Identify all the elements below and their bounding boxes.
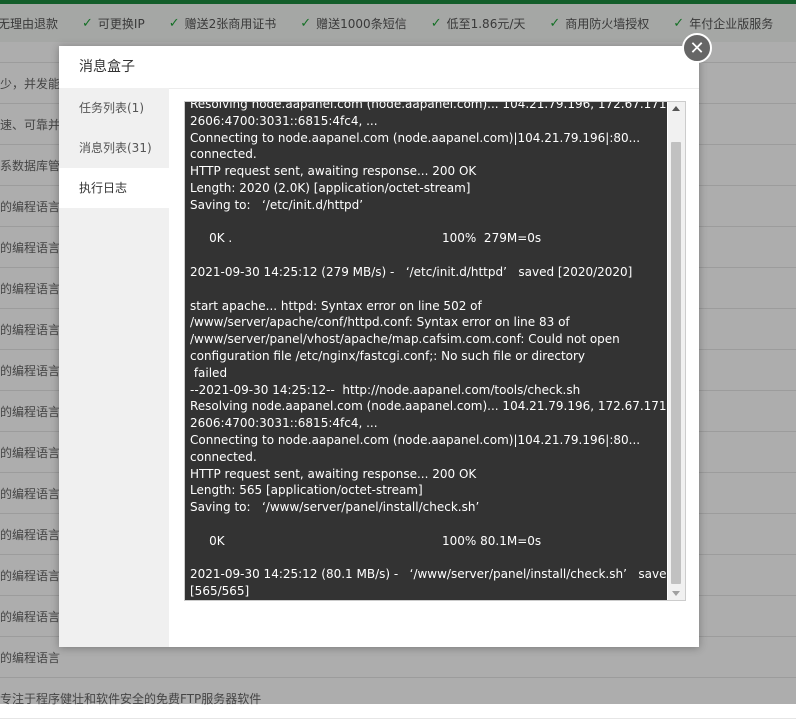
scrollbar-thumb[interactable] (671, 142, 681, 584)
log-line: 2606:4700:3031::6815:4fc4, ... (190, 416, 378, 431)
log-scrollbar[interactable] (668, 102, 685, 600)
log-line: /www/server/apache/conf/httpd.conf: Synt… (190, 315, 570, 330)
log-panel: Resolving node.aapanel.com (node.aapanel… (184, 101, 686, 601)
log-line: connected. (190, 147, 257, 162)
log-line: HTTP request sent, awaiting response... … (190, 164, 477, 179)
log-line: connected. (190, 449, 257, 464)
close-button[interactable]: ✕ (682, 33, 712, 63)
tab-execution-log[interactable]: 执行日志 (59, 168, 169, 208)
log-line: Connecting to node.aapanel.com (node.aap… (190, 432, 641, 447)
close-icon: ✕ (689, 37, 705, 59)
log-line: start apache... httpd: Syntax error on l… (190, 298, 482, 313)
log-line: 0K . 100% 279M=0s (190, 231, 542, 246)
log-line: 2021-09-30 14:25:12 (80.1 MB/s) - ‘/www/… (190, 567, 667, 582)
message-box-dialog: 消息盒子 任务列表(1) 消息列表(31) 执行日志 Resolving nod… (59, 46, 699, 647)
log-line: Length: 565 [application/octet-stream] (190, 483, 423, 498)
log-line: Saving to: ‘/www/server/panel/install/ch… (190, 500, 480, 515)
tab-message-list[interactable]: 消息列表(31) (59, 128, 169, 168)
log-line: [565/565] (190, 584, 250, 599)
log-line: Connecting to node.aapanel.com (node.aap… (190, 130, 641, 145)
log-line: Resolving node.aapanel.com (node.aapanel… (190, 102, 667, 111)
log-line: configuration file /etc/nginx/fastcgi.co… (190, 348, 586, 363)
log-line: failed (190, 365, 228, 380)
log-text: Resolving node.aapanel.com (node.aapanel… (190, 102, 667, 600)
log-line: 2021-09-30 14:25:12 (279 MB/s) - ‘/etc/i… (190, 264, 633, 279)
dialog-title: 消息盒子 (59, 46, 699, 89)
log-line: /www/server/panel/vhost/apache/map.cafsi… (190, 332, 620, 347)
log-output[interactable]: Resolving node.aapanel.com (node.aapanel… (185, 102, 667, 600)
log-line: 0K 100% 80.1M=0s (190, 533, 542, 548)
scroll-up-arrow-icon[interactable] (672, 106, 680, 111)
scroll-down-arrow-icon[interactable] (672, 591, 680, 596)
log-line: HTTP request sent, awaiting response... … (190, 466, 477, 481)
log-line: 2606:4700:3031::6815:4fc4, ... (190, 113, 378, 128)
log-line: Resolving node.aapanel.com (node.aapanel… (190, 399, 667, 414)
log-line: Saving to: ‘/etc/init.d/httpd’ (190, 197, 364, 212)
log-line: Length: 2020 (2.0K) [application/octet-s… (190, 180, 471, 195)
log-line: --2021-09-30 14:25:12-- http://node.aapa… (190, 382, 581, 397)
tab-task-list[interactable]: 任务列表(1) (59, 88, 169, 128)
dialog-sidebar: 任务列表(1) 消息列表(31) 执行日志 (59, 88, 169, 647)
